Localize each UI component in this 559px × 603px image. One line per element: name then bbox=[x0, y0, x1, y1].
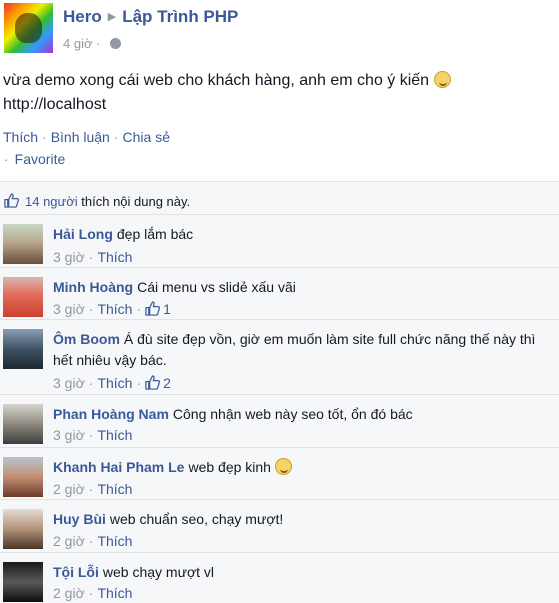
avatar[interactable] bbox=[3, 224, 43, 264]
comment-item: Ôm Boom Á đù site đẹp vồn, giờ em muốn là… bbox=[0, 319, 559, 394]
dot-separator: · bbox=[88, 301, 94, 317]
dot-separator: · bbox=[88, 481, 94, 497]
favorite-row: · Favorite bbox=[4, 151, 65, 167]
like-button[interactable]: Thích bbox=[3, 129, 38, 145]
grin-emoji-icon bbox=[433, 71, 451, 88]
comment-text: web chuẩn seo, chạy mượt! bbox=[109, 511, 284, 527]
thumbs-up-icon bbox=[145, 375, 161, 390]
commenter-name[interactable]: Hải Long bbox=[53, 226, 113, 242]
comment-meta: 3 giờ · Thích bbox=[53, 249, 132, 265]
group-avatar[interactable] bbox=[4, 3, 53, 53]
dot-separator: · bbox=[88, 533, 94, 549]
dot-separator: · bbox=[88, 375, 94, 391]
grin-emoji-icon bbox=[274, 458, 292, 475]
comment-body: Minh Hoàng Cái menu vs slidẻ xấu vãi bbox=[53, 277, 553, 298]
dot-separator: · bbox=[88, 249, 94, 265]
comment-text: Á đù site đẹp vồn, giờ em muốn làm site … bbox=[53, 331, 536, 368]
comment-text: web chạy mượt vl bbox=[102, 564, 215, 580]
comment-like-button[interactable]: Thích bbox=[97, 249, 132, 265]
comment-time[interactable]: 3 giờ bbox=[53, 427, 85, 443]
comment-like-button[interactable]: Thích bbox=[97, 301, 132, 317]
comment-text: đẹp lắm bác bbox=[116, 226, 194, 242]
likes-summary: 14 người thích nội dung này. bbox=[4, 193, 190, 209]
avatar[interactable] bbox=[3, 509, 43, 549]
comment-like-button[interactable]: Thích bbox=[97, 533, 132, 549]
comment-body: Phan Hoàng Nam Công nhận web này seo tốt,… bbox=[53, 404, 553, 425]
favorite-button[interactable]: Favorite bbox=[15, 151, 66, 167]
dot-separator: · bbox=[92, 36, 105, 51]
comment-text: Công nhận web này seo tốt, ổn đó bác bbox=[172, 406, 413, 422]
comment-meta: 2 giờ · Thích bbox=[53, 533, 132, 549]
comment-item: Khanh Hai Pham Le web đẹp kinh 2 giờ · Thíc… bbox=[0, 447, 559, 499]
dot-separator: · bbox=[4, 151, 9, 167]
post-header: Hero ▶ Lập Trình PHP bbox=[63, 7, 238, 27]
comment-body: Tội Lỗi web chạy mượt vl bbox=[53, 562, 553, 583]
post-actions: Thích · Bình luận · Chia sẻ bbox=[3, 129, 170, 145]
arrow-right-icon: ▶ bbox=[107, 11, 117, 23]
comment-body: Khanh Hai Pham Le web đẹp kinh bbox=[53, 457, 553, 478]
comment-item: Tội Lỗi web chạy mượt vl 2 giờ · Thích bbox=[0, 552, 559, 603]
avatar[interactable] bbox=[3, 457, 43, 497]
comment-meta: 3 giờ · Thích · 2 bbox=[53, 375, 171, 391]
likers-link[interactable]: 14 người bbox=[25, 194, 78, 209]
post-text: vừa demo xong cái web cho khách hàng, an… bbox=[3, 69, 553, 117]
comment-meta: 3 giờ · Thích bbox=[53, 427, 132, 443]
dot-separator: · bbox=[136, 375, 142, 391]
commenter-name[interactable]: Ôm Boom bbox=[53, 331, 120, 347]
dot-separator: · bbox=[88, 427, 94, 443]
avatar[interactable] bbox=[3, 329, 43, 369]
comment-text: Cái menu vs slidẻ xấu vãi bbox=[137, 279, 296, 295]
post-time[interactable]: 4 giờ bbox=[63, 36, 93, 51]
comment-like-button[interactable]: Thích bbox=[97, 375, 132, 391]
comment-item: Huy Bùi web chuẩn seo, chạy mượt! 2 giờ · T… bbox=[0, 499, 559, 552]
likes-suffix: thích nội dung này. bbox=[77, 194, 191, 209]
thumbs-up-icon bbox=[145, 301, 161, 316]
group-link[interactable]: Lập Trình PHP bbox=[122, 7, 238, 26]
thumbs-up-icon bbox=[4, 193, 19, 208]
comment-time[interactable]: 2 giờ bbox=[53, 585, 85, 601]
comment-time[interactable]: 3 giờ bbox=[53, 249, 85, 265]
post-meta: 4 giờ · bbox=[63, 36, 122, 51]
dot-separator: · bbox=[88, 585, 94, 601]
comment-time[interactable]: 3 giờ bbox=[53, 375, 85, 391]
avatar[interactable] bbox=[3, 562, 43, 602]
comment-like-count[interactable]: 2 bbox=[163, 375, 171, 391]
post-text-line1: vừa demo xong cái web cho khách hàng, an… bbox=[3, 72, 430, 89]
globe-icon[interactable] bbox=[110, 38, 122, 49]
commenter-name[interactable]: Phan Hoàng Nam bbox=[53, 406, 169, 422]
comment-like-button[interactable]: Thích bbox=[97, 585, 132, 601]
commenter-name[interactable]: Khanh Hai Pham Le bbox=[53, 459, 184, 475]
comment-button[interactable]: Bình luận bbox=[51, 129, 110, 145]
comment-body: Hải Long đẹp lắm bác bbox=[53, 224, 553, 245]
commenter-name[interactable]: Huy Bùi bbox=[53, 511, 106, 527]
comment-item: Hải Long đẹp lắm bác 3 giờ · Thích bbox=[0, 214, 559, 267]
comment-item: Phan Hoàng Nam Công nhận web này seo tốt,… bbox=[0, 394, 559, 447]
dot-separator: · bbox=[42, 129, 47, 145]
avatar[interactable] bbox=[3, 277, 43, 317]
comment-like-button[interactable]: Thích bbox=[97, 427, 132, 443]
post-link[interactable]: http://localhost bbox=[3, 96, 106, 113]
commenter-name[interactable]: Minh Hoàng bbox=[53, 279, 133, 295]
comment-time[interactable]: 3 giờ bbox=[53, 301, 85, 317]
comment-like-count[interactable]: 1 bbox=[163, 301, 171, 317]
commenter-name[interactable]: Tội Lỗi bbox=[53, 564, 99, 580]
comment-time[interactable]: 2 giờ bbox=[53, 481, 85, 497]
comment-body: Ôm Boom Á đù site đẹp vồn, giờ em muốn là… bbox=[53, 329, 553, 371]
comment-text: web đẹp kinh bbox=[188, 459, 271, 475]
comment-meta: 2 giờ · Thích bbox=[53, 481, 132, 497]
comment-meta: 3 giờ · Thích · 1 bbox=[53, 301, 171, 317]
comment-item: Minh Hoàng Cái menu vs slidẻ xấu vãi 3 gi… bbox=[0, 267, 559, 319]
comment-time[interactable]: 2 giờ bbox=[53, 533, 85, 549]
author-link[interactable]: Hero bbox=[63, 7, 102, 26]
comment-like-button[interactable]: Thích bbox=[97, 481, 132, 497]
comment-body: Huy Bùi web chuẩn seo, chạy mượt! bbox=[53, 509, 553, 530]
dot-separator: · bbox=[136, 301, 142, 317]
avatar[interactable] bbox=[3, 404, 43, 444]
share-button[interactable]: Chia sẻ bbox=[123, 129, 170, 145]
post: Hero ▶ Lập Trình PHP 4 giờ · vừa demo xong… bbox=[0, 0, 559, 181]
comment-meta: 2 giờ · Thích bbox=[53, 585, 132, 601]
dot-separator: · bbox=[113, 129, 119, 145]
